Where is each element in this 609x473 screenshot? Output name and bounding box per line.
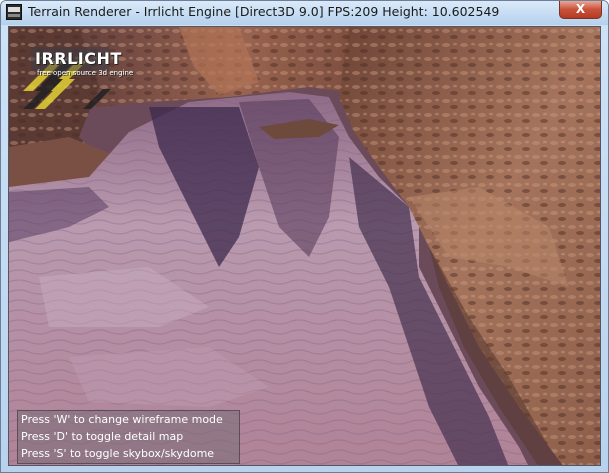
close-icon: X: [575, 2, 586, 16]
app-window: Terrain Renderer - Irrlicht Engine [Dire…: [0, 0, 609, 473]
irrlicht-app-icon[interactable]: [6, 4, 22, 20]
render-viewport[interactable]: IRRLICHT free open source 3d engine Pres…: [8, 26, 601, 466]
help-line-detail-map: Press 'D' to toggle detail map: [21, 430, 184, 443]
help-line-wireframe: Press 'W' to change wireframe mode: [21, 413, 223, 426]
logo-name: IRRLICHT: [35, 49, 122, 68]
title-bar[interactable]: Terrain Renderer - Irrlicht Engine [Dire…: [1, 1, 608, 25]
help-line-skybox: Press 'S' to toggle skybox/skydome: [21, 447, 215, 460]
irrlicht-logo: IRRLICHT free open source 3d engine: [23, 41, 133, 111]
logo-tagline: free open source 3d engine: [37, 69, 134, 77]
help-overlay: Press 'W' to change wireframe mode Press…: [17, 410, 240, 464]
close-button[interactable]: X: [559, 1, 602, 19]
app-icon-mark-bottom: [8, 14, 20, 17]
window-title: Terrain Renderer - Irrlicht Engine [Dire…: [28, 4, 500, 19]
app-icon-mark-top: [8, 7, 20, 12]
